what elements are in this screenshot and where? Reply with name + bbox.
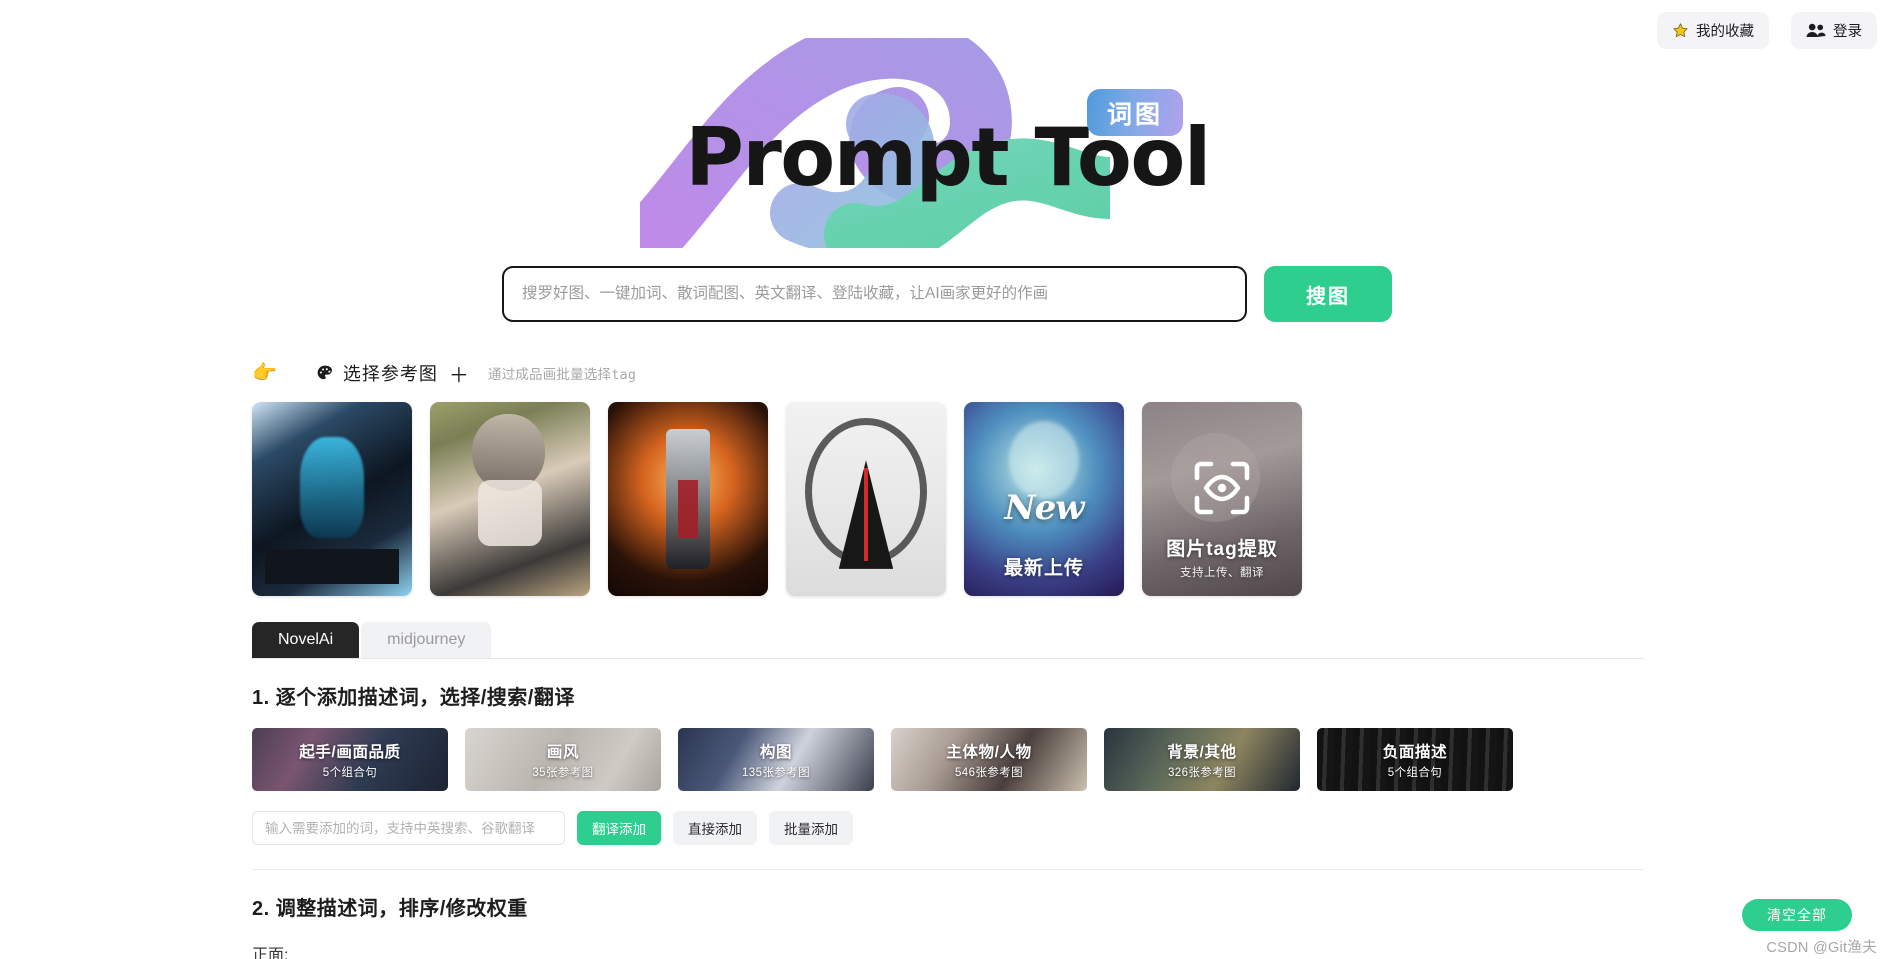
category-0-name: 起手/画面品质	[299, 743, 401, 761]
search-box[interactable]	[502, 266, 1247, 322]
new-badge-text: New	[1004, 488, 1085, 528]
category-3-count: 546张参考图	[955, 766, 1023, 779]
category-1-name: 画风	[546, 743, 580, 761]
tab-novelai[interactable]: NovelAi	[252, 622, 360, 658]
category-card-5[interactable]: 负面描述 5个组合句	[1317, 728, 1513, 791]
add-word-input[interactable]	[252, 811, 565, 845]
ref-card-new-upload[interactable]: New 最新上传	[964, 402, 1124, 596]
category-4-count: 326张参考图	[1168, 766, 1236, 779]
ref-card-4[interactable]	[786, 402, 946, 596]
search-button[interactable]: 搜图	[1264, 266, 1392, 322]
category-5-name: 负面描述	[1382, 743, 1448, 761]
ref-card-tag-extract[interactable]: 图片tag提取 支持上传、翻译	[1142, 402, 1302, 596]
ref-card-2[interactable]	[430, 402, 590, 596]
category-card-1[interactable]: 画风 35张参考图	[465, 728, 661, 791]
favorites-label: 我的收藏	[1696, 24, 1754, 40]
pick-reference-title: 选择参考图	[342, 364, 438, 384]
ref-card-3[interactable]	[608, 402, 768, 596]
engine-tabs: NovelAi midjourney	[252, 622, 1644, 659]
category-5-count: 5个组合句	[1387, 766, 1443, 779]
hero-section: Prompt Tool 词图	[0, 0, 1895, 300]
translate-add-button[interactable]: 翻译添加	[577, 811, 661, 845]
main-column: 👉 选择参考图 ＋ 通过成品画批量选择tag New 最新上传 图片tag提取 …	[252, 358, 1644, 959]
favorites-button[interactable]: 我的收藏	[1657, 12, 1769, 49]
search-input[interactable]	[522, 285, 1227, 303]
clear-all-button[interactable]: 清空全部	[1742, 899, 1852, 931]
palette-icon	[316, 364, 334, 382]
tag-extract-label: 图片tag提取	[1166, 539, 1278, 560]
reference-grid: New 最新上传 图片tag提取 支持上传、翻译	[252, 402, 1644, 596]
category-card-2[interactable]: 构图 135张参考图	[678, 728, 874, 791]
pick-reference-hint[interactable]: 通过成品画批量选择tag	[488, 363, 636, 383]
eye-scan-icon	[1142, 460, 1302, 516]
pick-reference-row: 👉 选择参考图 ＋ 通过成品画批量选择tag	[252, 358, 1644, 388]
add-word-row: 翻译添加 直接添加 批量添加	[252, 811, 1644, 845]
category-card-0[interactable]: 起手/画面品质 5个组合句	[252, 728, 448, 791]
pointing-hand-icon: 👉	[252, 362, 277, 384]
login-label: 登录	[1833, 24, 1862, 40]
watermark: CSDN @Git渔夫	[1766, 940, 1877, 956]
page-root: Prompt Tool 词图 我的收藏 登录 搜罗好图、一键加词、散词配图、英文…	[0, 0, 1895, 959]
star-icon	[1672, 22, 1689, 39]
category-2-name: 构图	[759, 743, 793, 761]
users-icon	[1806, 22, 1826, 39]
brand-badge: 词图	[1087, 89, 1183, 136]
add-reference-button[interactable]: ＋	[449, 359, 469, 388]
category-1-count: 35张参考图	[532, 766, 594, 779]
category-4-name: 背景/其他	[1167, 743, 1237, 761]
login-button[interactable]: 登录	[1791, 12, 1877, 49]
category-card-4[interactable]: 背景/其他 326张参考图	[1104, 728, 1300, 791]
topbar: 我的收藏 登录	[1657, 12, 1877, 49]
search-row: 搜图	[502, 266, 1392, 322]
tag-extract-sublabel: 支持上传、翻译	[1180, 567, 1264, 579]
new-upload-label: 最新上传	[1003, 558, 1084, 579]
ref-card-new-upload-caption: 最新上传	[964, 553, 1124, 596]
direct-add-button[interactable]: 直接添加	[673, 811, 757, 845]
step-2-title: 2. 调整描述词，排序/修改权重	[252, 898, 528, 920]
category-card-3[interactable]: 主体物/人物 546张参考图	[891, 728, 1087, 791]
section-divider	[252, 869, 1644, 870]
category-0-count: 5个组合句	[322, 766, 378, 779]
category-3-name: 主体物/人物	[946, 743, 1032, 761]
category-grid: 起手/画面品质 5个组合句 画风 35张参考图 构图 135张参考图 主体物/人…	[252, 728, 1644, 791]
step-1-title: 1. 逐个添加描述词，选择/搜索/翻译	[252, 687, 575, 709]
ref-card-1[interactable]	[252, 402, 412, 596]
ref-card-tag-extract-caption: 图片tag提取 支持上传、翻译	[1142, 534, 1302, 596]
positive-label: 正面:	[252, 947, 289, 959]
category-2-count: 135张参考图	[742, 766, 810, 779]
tab-midjourney[interactable]: midjourney	[361, 622, 492, 658]
batch-add-button[interactable]: 批量添加	[769, 811, 853, 845]
decorative-blob	[640, 38, 1110, 248]
